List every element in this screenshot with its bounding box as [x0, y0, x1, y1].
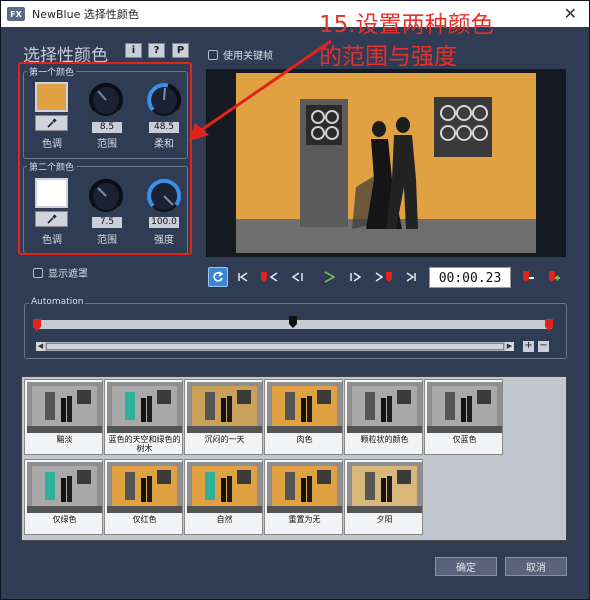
preset-thumbnail: [347, 382, 422, 433]
preset-tile[interactable]: 夕阳: [344, 459, 423, 535]
cancel-button[interactable]: 取消: [505, 557, 567, 576]
zoom-in-icon[interactable]: +: [523, 341, 534, 352]
timeline-scrollbar[interactable]: ◀ ▶: [36, 342, 514, 351]
preset-thumbnail: [187, 382, 262, 433]
play-button[interactable]: [320, 267, 338, 287]
title-bar: FX NewBlue 选择性颜色 ✕: [1, 1, 589, 27]
help-button[interactable]: ?: [148, 43, 165, 58]
preset-tile[interactable]: 颗粒状的颜色: [344, 379, 423, 455]
preset-label: 重置为无: [288, 515, 321, 524]
loop-button[interactable]: [208, 267, 228, 287]
timecode-display[interactable]: 00:00.23: [429, 267, 511, 288]
annotation-line-2: 的范围与强度: [319, 44, 457, 70]
play-icon: [324, 271, 335, 283]
remove-keyframe-icon: [523, 271, 534, 282]
preset-tile[interactable]: 沉闷的一天: [184, 379, 263, 455]
loop-icon: [213, 271, 224, 282]
app-logo-icon: FX: [7, 7, 25, 21]
go-to-start-button[interactable]: [234, 267, 252, 287]
step-back-button[interactable]: [287, 267, 307, 287]
skip-end-icon: [406, 272, 416, 282]
preset-label: 仅红色: [132, 515, 157, 524]
preset-label: 沉闷的一天: [204, 435, 245, 444]
preset-thumbnail: [107, 462, 182, 513]
skip-start-icon: [238, 272, 248, 282]
preset-thumbnail: [107, 382, 182, 433]
show-mask-label: 显示遮罩: [48, 269, 88, 280]
scroll-left-icon[interactable]: ◀: [36, 342, 45, 351]
prev-keyframe-icon: [261, 272, 278, 282]
preset-thumbnail: [27, 462, 102, 513]
automation-label: Automation: [29, 297, 86, 307]
end-keyframe-marker[interactable]: [545, 319, 553, 331]
preset-label: 仅绿色: [52, 515, 77, 524]
annotation-highlight-box: [18, 62, 192, 255]
show-mask-checkbox[interactable]: 显示遮罩: [33, 265, 88, 280]
preset-thumbnail: [427, 382, 502, 433]
preset-label: 自然: [216, 515, 233, 524]
preset-tile[interactable]: 仅红色: [104, 459, 183, 535]
preset-thumbnail: [187, 462, 262, 513]
next-keyframe-button[interactable]: [372, 267, 396, 287]
add-keyframe-icon: [549, 271, 560, 282]
step-forward-icon: [350, 272, 362, 282]
dialog-window: FX NewBlue 选择性颜色 ✕ 选择性颜色 i ? P 使用关键帧 第一个…: [0, 0, 590, 600]
preset-tile[interactable]: 仅绿色: [24, 459, 103, 535]
step-forward-button[interactable]: [346, 267, 366, 287]
start-keyframe-marker[interactable]: [33, 319, 41, 331]
add-keyframe-button[interactable]: [545, 267, 563, 287]
ok-button[interactable]: 确定: [435, 557, 497, 576]
preset-thumbnail: [27, 382, 102, 433]
scroll-right-icon[interactable]: ▶: [505, 342, 514, 351]
automation-panel: Automation ◀ ▶ + −: [24, 297, 567, 359]
zoom-out-icon[interactable]: −: [538, 341, 549, 352]
preset-tile[interactable]: 黯淡: [24, 379, 103, 455]
prev-keyframe-button[interactable]: [257, 267, 281, 287]
playhead-marker[interactable]: [289, 316, 297, 328]
preset-label: 蓝色的天空和绿色的树木: [108, 435, 181, 453]
next-keyframe-icon: [375, 272, 392, 282]
preset-label: 颗粒状的颜色: [360, 435, 409, 444]
preset-thumbnail: [347, 462, 422, 513]
go-to-end-button[interactable]: [402, 267, 420, 287]
info-button[interactable]: i: [125, 43, 142, 58]
preset-gallery: 黯淡 蓝色的天空和绿色的树木 沉闷的一天 肉色 颗粒状的颜色 仅蓝色 仅绿色 仅…: [21, 376, 567, 541]
preset-label: 肉色: [296, 435, 313, 444]
annotation-text: 15.设置两种颜色 的范围与强度: [319, 9, 494, 73]
preset-tile[interactable]: 肉色: [264, 379, 343, 455]
preset-thumbnail: [267, 382, 342, 433]
checkbox-box[interactable]: [33, 267, 43, 278]
preset-tile[interactable]: 自然: [184, 459, 263, 535]
step-back-icon: [291, 272, 303, 282]
window-title: NewBlue 选择性颜色: [32, 8, 139, 21]
preset-label: 仅蓝色: [452, 435, 477, 444]
preset-label: 黯淡: [56, 435, 73, 444]
remove-keyframe-button[interactable]: [519, 267, 537, 287]
annotation-arrow: [189, 39, 332, 141]
preset-label: 夕阳: [376, 515, 393, 524]
preset-tile[interactable]: 仅蓝色: [424, 379, 503, 455]
annotation-line-1: 15.设置两种颜色: [319, 12, 494, 38]
automation-track[interactable]: [33, 316, 553, 331]
close-icon[interactable]: ✕: [564, 4, 577, 23]
scroll-thumb[interactable]: [46, 343, 504, 350]
preset-thumbnail: [267, 462, 342, 513]
preset-tile[interactable]: 蓝色的天空和绿色的树木: [104, 379, 183, 455]
preset-tile[interactable]: 重置为无: [264, 459, 343, 535]
